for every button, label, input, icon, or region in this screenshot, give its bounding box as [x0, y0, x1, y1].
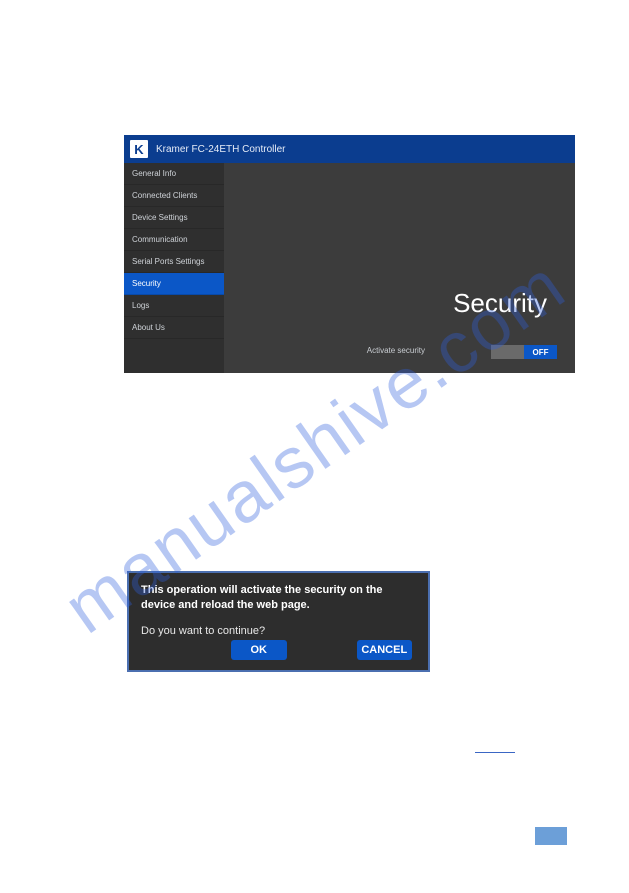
sidebar-item-device-settings[interactable]: Device Settings: [124, 207, 224, 229]
app-title: Kramer FC-24ETH Controller: [156, 144, 285, 155]
sidebar-item-logs[interactable]: Logs: [124, 295, 224, 317]
sidebar-item-serial-ports[interactable]: Serial Ports Settings: [124, 251, 224, 273]
title-bar: K Kramer FC-24ETH Controller: [124, 135, 575, 163]
page-number-badge: [535, 827, 567, 845]
sidebar-item-security[interactable]: Security: [124, 273, 224, 295]
hyperlink-underline: [475, 751, 515, 753]
sidebar-item-label: Device Settings: [132, 213, 188, 222]
toggle-state-label: OFF: [524, 345, 557, 359]
dialog-button-row: OK CANCEL: [141, 640, 416, 660]
brand-logo-icon: K: [130, 140, 148, 158]
confirm-dialog: This operation will activate the securit…: [127, 571, 430, 672]
toggle-track: [491, 345, 524, 359]
sidebar-item-label: About Us: [132, 323, 165, 332]
main-panel: Security Activate security OFF: [224, 163, 575, 373]
sidebar-item-communication[interactable]: Communication: [124, 229, 224, 251]
sidebar-item-label: Security: [132, 279, 161, 288]
sidebar-item-label: Logs: [132, 301, 149, 310]
sidebar-nav: General Info Connected Clients Device Se…: [124, 163, 224, 373]
activate-security-toggle[interactable]: OFF: [491, 345, 557, 359]
sidebar-item-label: Communication: [132, 235, 188, 244]
ok-button[interactable]: OK: [231, 640, 287, 660]
sidebar-item-about-us[interactable]: About Us: [124, 317, 224, 339]
sidebar-item-label: Serial Ports Settings: [132, 257, 204, 266]
cancel-button[interactable]: CANCEL: [357, 640, 413, 660]
activate-security-label: Activate security: [367, 346, 425, 355]
controller-screenshot: K Kramer FC-24ETH Controller General Inf…: [124, 135, 575, 373]
sidebar-item-connected-clients[interactable]: Connected Clients: [124, 185, 224, 207]
dialog-message: This operation will activate the securit…: [141, 583, 416, 613]
sidebar-item-label: General Info: [132, 169, 176, 178]
sidebar-item-general-info[interactable]: General Info: [124, 163, 224, 185]
page-title: Security: [453, 288, 547, 319]
dialog-question: Do you want to continue?: [141, 625, 416, 637]
sidebar-item-label: Connected Clients: [132, 191, 197, 200]
